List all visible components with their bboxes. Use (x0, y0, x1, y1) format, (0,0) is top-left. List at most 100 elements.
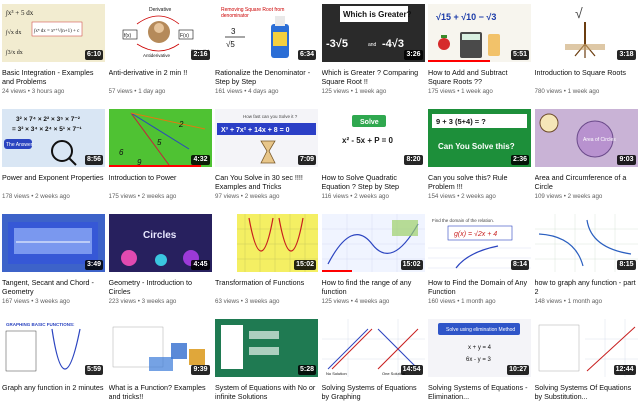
upload-age: 2 weeks ago (35, 193, 70, 200)
video-card[interactable]: 9:39 What is a Function? Examples and tri… (108, 319, 212, 418)
video-thumbnail[interactable]: √ 3:18 (534, 4, 638, 62)
upload-age: 3 weeks ago (141, 298, 177, 305)
video-title[interactable]: Basic Integration - Examples and Problem… (2, 68, 105, 86)
video-card[interactable]: 3² × 7⁴ × 2² × 3⁵ × 7⁻² = 3² × 3⁴ × 2⁴ ×… (2, 109, 105, 208)
svg-text:F(x): F(x) (180, 33, 189, 39)
duration-badge: 7:09 (297, 155, 316, 165)
video-meta: 116 views • 2 weeks ago (322, 193, 425, 200)
video-thumbnail[interactable]: 9:39 (108, 319, 212, 377)
video-thumbnail[interactable]: 2 5 6 9 4:32 (108, 109, 212, 167)
video-title[interactable]: Tangent, Secant and Chord - Geometry (2, 278, 105, 296)
video-title[interactable]: Anti-derivative in 2 min !! (109, 68, 212, 86)
view-count: 154 views (428, 193, 456, 200)
video-card[interactable]: 15:02 Transformation of Functions 63 views… (215, 214, 318, 313)
svg-text:∫x³ + 5 dx: ∫x³ + 5 dx (5, 9, 34, 17)
video-thumbnail[interactable]: 15:02 (321, 214, 425, 272)
video-title[interactable]: Power and Exponent Properties (2, 173, 105, 191)
video-card[interactable]: Solve x² - 5x + P = 0 8:20 How to Solve Qu… (321, 109, 425, 208)
video-card[interactable]: Removing Square Root from denominator 3 … (215, 4, 318, 103)
view-count: 780 views (534, 88, 563, 95)
video-thumbnail[interactable]: ∫x³ + 5 dx ∫√x dx ∫xⁿ dx = xⁿ⁺¹/(n+1) + … (2, 4, 105, 62)
video-thumbnail[interactable]: Find the domain of the relation. g(x) = … (428, 214, 531, 272)
video-title[interactable]: How to Solve Quadratic Equation ? Step b… (322, 173, 425, 191)
video-thumbnail[interactable]: Solve using elimination Method x + y = 4… (428, 319, 531, 377)
view-count: 167 views (2, 298, 30, 305)
view-count: 125 views (321, 88, 350, 95)
video-title[interactable]: What is a Function? Examples and tricks!… (109, 383, 212, 401)
video-card[interactable]: 2 5 6 9 4:32 Introduction to Power 175 view… (108, 109, 212, 208)
watch-progress-bar (108, 165, 202, 167)
video-card[interactable]: 5:28 System of Equations with No or infin… (215, 319, 318, 418)
duration-badge: 3:49 (84, 260, 103, 270)
video-title[interactable]: System of Equations with No or infinite … (215, 383, 318, 401)
video-thumbnail[interactable]: 3:49 (2, 214, 105, 272)
video-title[interactable]: Introduction to Power (109, 173, 212, 191)
video-thumbnail[interactable]: Removing Square Root from denominator 3 … (215, 4, 318, 62)
duration-badge: 2:36 (510, 155, 529, 165)
video-card[interactable]: Circles 4:45 Geometry - Introduction to C… (108, 214, 212, 313)
video-thumbnail[interactable]: 5:28 (215, 319, 318, 377)
video-card[interactable]: √15 + √10 − √3 5:51 How to Add and Subtra… (428, 4, 531, 103)
video-thumbnail[interactable]: 9 + 3 (5+4) = ? Can You Solve this? 2:36 (428, 109, 531, 167)
video-title[interactable]: Rationalize the Denominator - Step by St… (215, 68, 318, 86)
video-card[interactable]: How fast can you Solve it ? X³ + 7x² + 1… (215, 109, 318, 208)
video-thumbnail[interactable]: Derivative f(x) F(x) Antiderivative F'(x… (108, 4, 212, 62)
view-count: 125 views (321, 298, 350, 305)
video-thumbnail[interactable]: GRAPHING BASIC FUNCTIONS: 5:59 (2, 319, 105, 377)
video-meta: 97 views • 2 weeks ago (215, 193, 318, 200)
duration-badge: 9:03 (617, 155, 636, 165)
video-thumbnail[interactable]: Which is Greater? -3√5 and -4√3 3:26 (321, 4, 425, 62)
video-card[interactable]: 8:15 how to graph any function - part 2 14… (534, 214, 638, 313)
video-card[interactable]: 9 + 3 (5+4) = ? Can You Solve this? 2:36 C… (428, 109, 531, 208)
video-thumbnail[interactable]: 15:02 (215, 214, 318, 272)
video-card[interactable]: Area of Circles 9:03 Area and Circumferenc… (534, 109, 638, 208)
video-title[interactable]: Which is Greater ? Comparing Square Root… (322, 68, 425, 86)
video-title[interactable]: Can You Solve in 30 sec !!!! Examples an… (215, 173, 318, 191)
svg-text:-4√3: -4√3 (382, 38, 404, 50)
video-card[interactable]: Find the domain of the relation. g(x) = … (428, 214, 531, 313)
duration-badge: 6:10 (84, 50, 103, 60)
video-title[interactable]: Can you solve this? Rule Problem !!! (428, 173, 531, 191)
upload-age: 4 days ago (248, 88, 279, 95)
video-card[interactable]: 3:49 Tangent, Secant and Chord - Geometry… (2, 214, 105, 313)
video-card[interactable]: Derivative f(x) F(x) Antiderivative F'(x… (108, 4, 212, 103)
video-thumbnail[interactable]: Area of Circles 9:03 (534, 109, 638, 167)
video-title[interactable]: Solving Systems Of Equations by Substitu… (535, 383, 638, 401)
video-thumbnail[interactable]: How fast can you Solve it ? X³ + 7x² + 1… (215, 109, 318, 167)
video-card[interactable]: GRAPHING BASIC FUNCTIONS: 5:59 Graph any … (2, 319, 105, 418)
video-thumbnail[interactable]: 12:44 (534, 319, 638, 377)
video-thumbnail[interactable]: Circles 4:45 (108, 214, 212, 272)
video-thumbnail[interactable]: 8:15 (534, 214, 638, 272)
video-title[interactable]: Geometry - Introduction to Circles (109, 278, 212, 296)
upload-age: 1 week ago (567, 88, 600, 95)
video-thumbnail[interactable]: 3² × 7⁴ × 2² × 3⁵ × 7⁻² = 3² × 3⁴ × 2⁴ ×… (2, 109, 105, 167)
video-card[interactable]: Which is Greater? -3√5 and -4√3 3:26 Which… (321, 4, 425, 103)
duration-badge: 4:32 (191, 155, 210, 165)
video-card[interactable]: Solve using elimination Method x + y = 4… (428, 319, 531, 418)
video-thumbnail[interactable]: √15 + √10 − √3 5:51 (428, 4, 531, 62)
video-title[interactable]: Transformation of Functions (215, 278, 318, 296)
video-card[interactable]: ∫x³ + 5 dx ∫√x dx ∫xⁿ dx = xⁿ⁺¹/(n+1) + … (2, 4, 105, 103)
video-card[interactable]: √ 3:18 Introduction to Square Roots 780 vi… (534, 4, 638, 103)
svg-text:9 + 3 (5+4) = ?: 9 + 3 (5+4) = ? (436, 117, 486, 126)
video-title[interactable]: Solving Systems of Equations - Eliminati… (428, 383, 531, 401)
video-title[interactable]: how to graph any function - part 2 (535, 278, 638, 296)
video-title[interactable]: Solving Systems of Equations by Graphing (322, 383, 425, 401)
video-title[interactable]: How to Find the Domain of Any Function (428, 278, 531, 296)
video-title[interactable]: Introduction to Square Roots (535, 68, 638, 86)
svg-text:√: √ (575, 5, 583, 21)
video-card[interactable]: 12:44 Solving Systems Of Equations by Sub… (534, 319, 638, 418)
video-meta: 175 views • 1 week ago (428, 88, 531, 95)
video-title[interactable]: Graph any function in 2 minutes (2, 383, 105, 401)
svg-text:Solve: Solve (360, 119, 379, 126)
video-thumbnail[interactable]: Solve x² - 5x + P = 0 8:20 (321, 109, 425, 167)
video-title[interactable]: Area and Circumference of a Circle (535, 173, 638, 191)
video-card[interactable]: 15:02 How to find the range of any functi… (321, 214, 425, 313)
view-count: 223 views (108, 298, 137, 305)
video-thumbnail[interactable]: No Solution One Solution 14:54 (321, 319, 425, 377)
video-title[interactable]: How to find the range of any function (322, 278, 425, 296)
svg-text:x² - 5x + P = 0: x² - 5x + P = 0 (342, 136, 394, 145)
svg-text:The Answer:: The Answer: (6, 142, 34, 148)
video-title[interactable]: How to Add and Subtract Square Roots ?? (428, 68, 531, 86)
video-card[interactable]: No Solution One Solution 14:54 Solving Sys… (321, 319, 425, 418)
